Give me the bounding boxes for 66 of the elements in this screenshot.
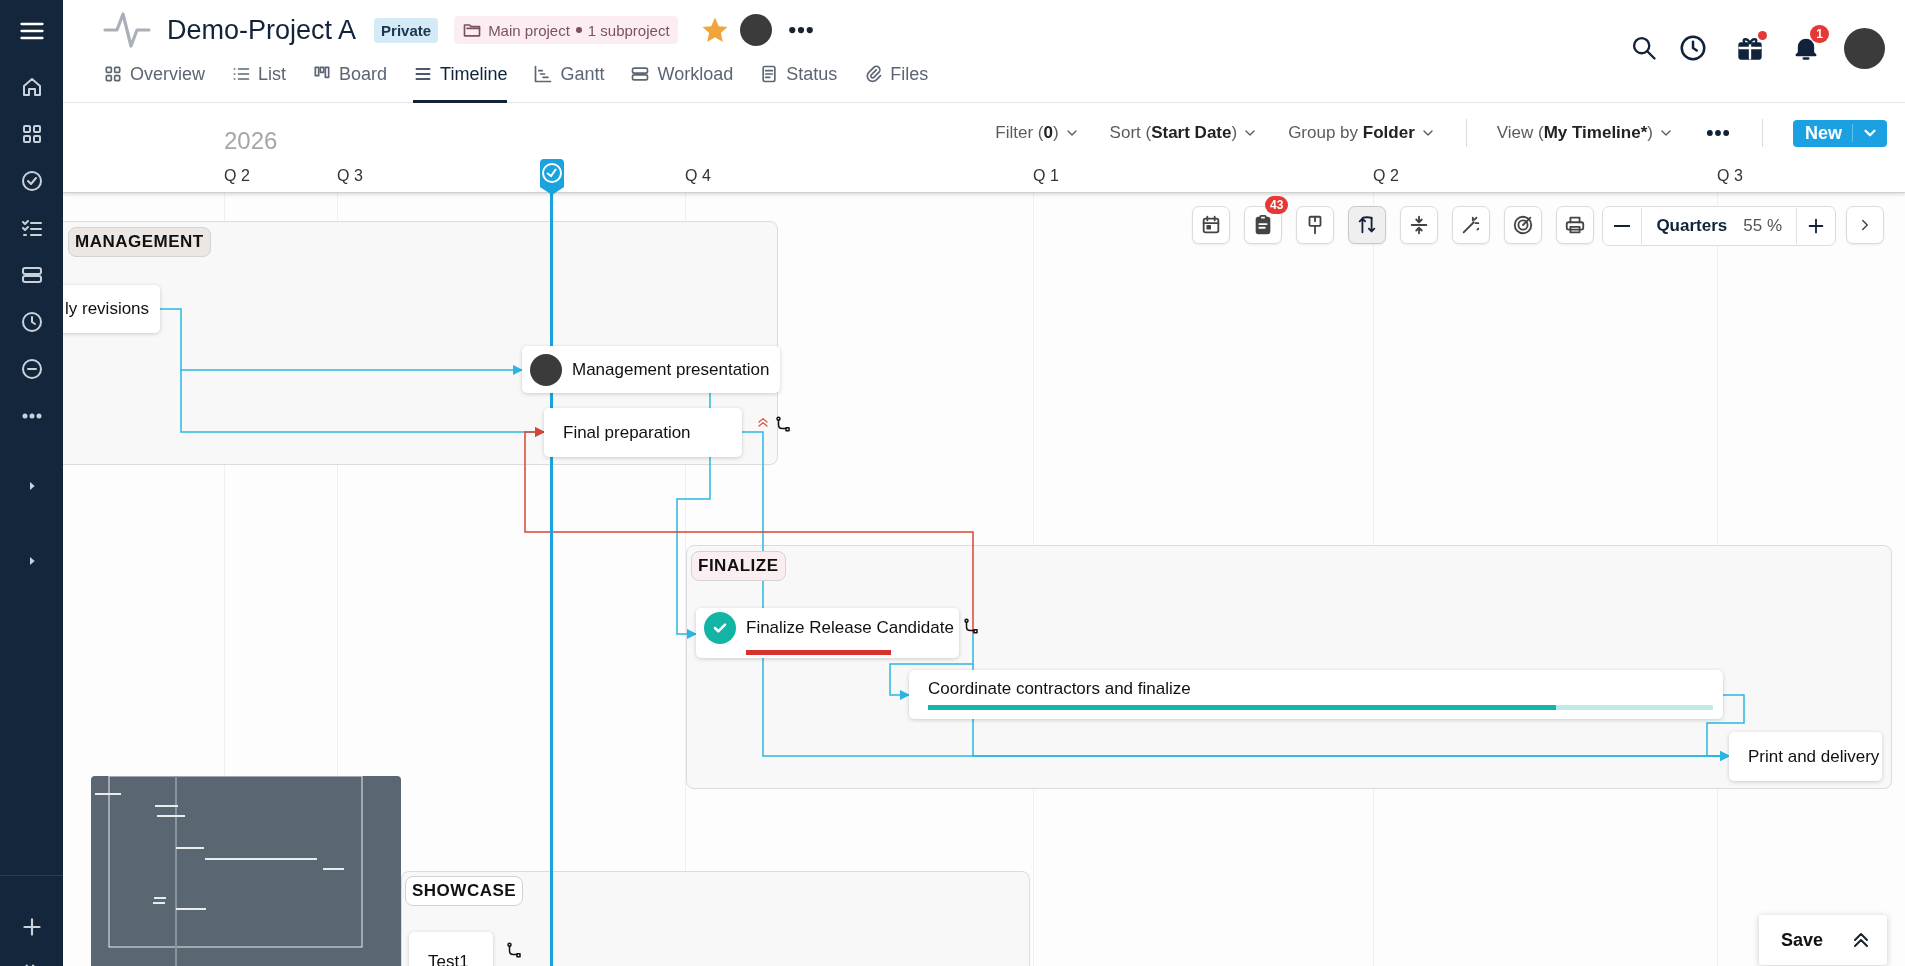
zoom-percent: 55 % bbox=[1743, 216, 1782, 236]
notification-count: 1 bbox=[1810, 25, 1829, 43]
toolbar-button[interactable] bbox=[1296, 206, 1335, 244]
toolbar-button[interactable] bbox=[1400, 206, 1439, 244]
group-label: SHOWCASE bbox=[405, 876, 524, 906]
quarter-label: Q 3 bbox=[1717, 167, 1743, 185]
visibility-badge: Private bbox=[374, 17, 439, 43]
task-card[interactable]: Management presentation bbox=[522, 346, 780, 393]
print-icon bbox=[1564, 214, 1587, 236]
quarter-label: Q 2 bbox=[224, 167, 250, 185]
task-card[interactable]: Print and delivery bbox=[1729, 732, 1882, 781]
quarter-label: Q 2 bbox=[1373, 167, 1399, 185]
gift-button[interactable] bbox=[1736, 34, 1764, 62]
minimap-drawing[interactable] bbox=[91, 776, 401, 966]
quarter-label: Q 3 bbox=[337, 167, 363, 185]
group-label: MANAGEMENT bbox=[68, 227, 211, 257]
dependency-link-icon[interactable] bbox=[962, 617, 980, 635]
task-title: Final preparation bbox=[563, 422, 691, 443]
tab-icon bbox=[533, 64, 554, 84]
tab-icon bbox=[103, 64, 123, 84]
toolbar-button[interactable] bbox=[1348, 206, 1387, 244]
scale-label: Quarters bbox=[1656, 216, 1728, 236]
minus-icon bbox=[1614, 225, 1631, 227]
minus-circle-icon[interactable] bbox=[19, 357, 44, 381]
filter-dropdown[interactable]: Sort (Start Date) bbox=[1109, 123, 1259, 143]
project-folder-tag[interactable]: Main project 1 subproject bbox=[454, 16, 678, 44]
tab-icon bbox=[630, 64, 651, 84]
toolbar-button[interactable] bbox=[1556, 206, 1595, 244]
view-tab[interactable]: Status bbox=[759, 60, 838, 103]
task-card[interactable]: ly revisions bbox=[63, 285, 160, 333]
view-tab[interactable]: List bbox=[231, 60, 287, 103]
toolbar-button[interactable] bbox=[1504, 206, 1543, 244]
view-tab[interactable]: Board bbox=[312, 60, 388, 103]
task-card[interactable]: Final preparation bbox=[544, 408, 742, 457]
task-title: Finalize Release Candidate bbox=[746, 617, 954, 638]
filter-dropdown[interactable]: View (My Timeline*) bbox=[1496, 123, 1674, 143]
avatar bbox=[739, 14, 772, 46]
project-title: Demo-Project A bbox=[167, 14, 357, 46]
task-card[interactable]: Coordinate contractors and finalize bbox=[909, 670, 1723, 719]
search-icon[interactable] bbox=[1630, 34, 1658, 62]
filter-dropdown[interactable]: Filter (0) bbox=[995, 123, 1080, 143]
dependency-link-icon[interactable] bbox=[505, 941, 523, 959]
task-title: ly revisions bbox=[65, 299, 150, 319]
group-label: FINALIZE bbox=[691, 551, 786, 581]
task-count-badge: 43 bbox=[1265, 196, 1289, 214]
avatar[interactable] bbox=[1844, 27, 1885, 69]
filter-dropdown[interactable]: Group by Folder bbox=[1288, 123, 1436, 143]
task-title: Coordinate contractors and finalize bbox=[928, 679, 1191, 699]
task-card[interactable]: Finalize Release Candidate bbox=[696, 608, 959, 658]
target-icon bbox=[1512, 214, 1535, 236]
task-title: Management presentation bbox=[572, 359, 770, 380]
view-tab[interactable]: Workload bbox=[630, 60, 734, 103]
view-tab[interactable]: Overview bbox=[103, 60, 205, 103]
quarter-label: Q 1 bbox=[1033, 167, 1059, 185]
clock-icon[interactable] bbox=[1678, 33, 1708, 63]
dependency-link-icon[interactable] bbox=[774, 415, 792, 433]
done-check-icon[interactable] bbox=[704, 611, 736, 644]
task-title: Print and delivery bbox=[1748, 746, 1880, 767]
quarter-label: Q 4 bbox=[685, 167, 711, 185]
year-label: 2026 bbox=[224, 127, 278, 155]
check-circle-icon[interactable] bbox=[19, 169, 44, 193]
view-tab[interactable]: Files bbox=[863, 60, 929, 103]
clock-icon[interactable] bbox=[19, 310, 44, 334]
toolbar-button[interactable] bbox=[1192, 206, 1231, 244]
view-tab[interactable]: Gantt bbox=[533, 60, 605, 103]
save-button[interactable]: Save bbox=[1781, 929, 1824, 951]
